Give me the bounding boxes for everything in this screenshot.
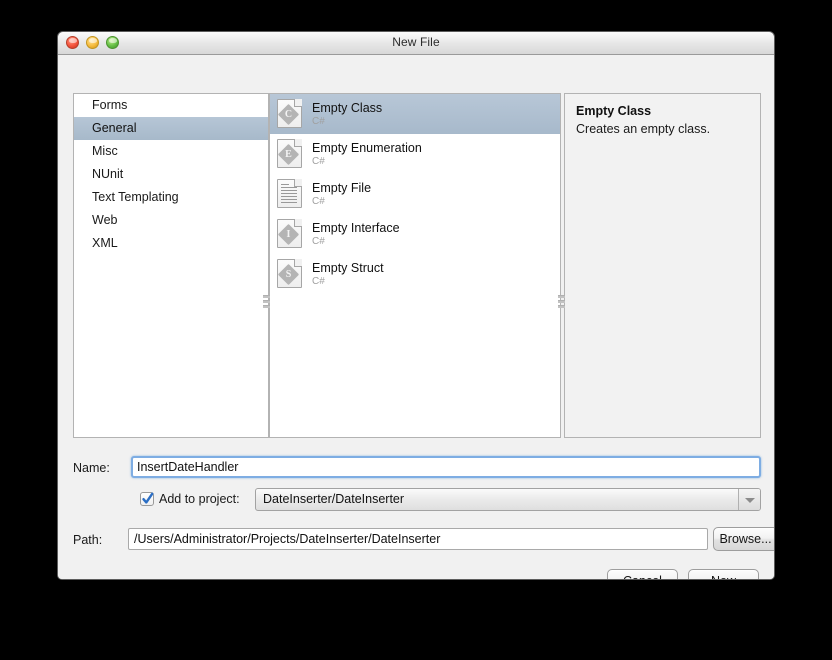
template-name: Empty Enumeration — [312, 141, 422, 156]
path-label: Path: — [73, 533, 102, 547]
name-input[interactable]: InsertDateHandler — [131, 456, 761, 478]
template-language: C# — [312, 156, 422, 168]
template-language: C# — [312, 236, 400, 248]
template-item-empty-file[interactable]: Empty File C# — [270, 174, 560, 214]
project-select-button[interactable] — [738, 489, 760, 510]
template-labels: Empty File C# — [312, 181, 371, 208]
dialog-content: Forms General Misc NUnit Text Templating… — [58, 55, 774, 580]
chevron-down-icon — [745, 498, 755, 503]
project-select[interactable]: DateInserter/DateInserter — [255, 488, 761, 511]
category-item-xml[interactable]: XML — [74, 232, 268, 255]
interface-glyph-letter: I — [281, 227, 296, 242]
csharp-struct-file-icon: S — [277, 259, 303, 289]
add-to-project-row: Add to project: DateInserter/DateInserte… — [73, 488, 761, 512]
template-list[interactable]: C Empty Class C# E Empty Enumeration C# — [269, 93, 561, 438]
description-title: Empty Class — [576, 104, 749, 118]
category-item-misc[interactable]: Misc — [74, 140, 268, 163]
category-item-text-templating[interactable]: Text Templating — [74, 186, 268, 209]
new-button[interactable]: New — [688, 569, 759, 580]
name-label: Name: — [73, 461, 110, 475]
template-name: Empty Interface — [312, 221, 400, 236]
category-item-web[interactable]: Web — [74, 209, 268, 232]
class-glyph-letter: C — [281, 107, 296, 122]
window-titlebar[interactable]: New File — [58, 32, 774, 55]
category-item-forms[interactable]: Forms — [74, 94, 268, 117]
template-labels: Empty Enumeration C# — [312, 141, 422, 168]
category-item-nunit[interactable]: NUnit — [74, 163, 268, 186]
template-item-empty-interface[interactable]: I Empty Interface C# — [270, 214, 560, 254]
template-name: Empty Class — [312, 101, 382, 116]
template-language: C# — [312, 116, 382, 128]
splitter-handle-right[interactable] — [558, 295, 565, 308]
dialog-footer: Cancel New — [607, 569, 759, 580]
browse-button[interactable]: Browse... — [713, 527, 775, 551]
template-language: C# — [312, 276, 384, 288]
template-item-empty-struct[interactable]: S Empty Struct C# — [270, 254, 560, 294]
struct-glyph-letter: S — [281, 267, 296, 282]
csharp-interface-file-icon: I — [277, 219, 303, 249]
path-row: Path: /Users/Administrator/Projects/Date… — [73, 528, 761, 552]
window-title: New File — [58, 35, 774, 49]
add-to-project-label: Add to project: — [159, 492, 240, 506]
new-file-dialog-window: New File Forms General Misc NUnit Text T… — [57, 31, 775, 580]
description-text: Creates an empty class. — [576, 121, 749, 137]
project-select-value: DateInserter/DateInserter — [263, 492, 404, 506]
csharp-class-file-icon: C — [277, 99, 303, 129]
splitter-handle-left[interactable] — [263, 295, 270, 308]
template-item-empty-class[interactable]: C Empty Class C# — [270, 94, 560, 134]
template-language: C# — [312, 196, 371, 208]
template-labels: Empty Interface C# — [312, 221, 400, 248]
template-name: Empty Struct — [312, 261, 384, 276]
checkmark-icon — [141, 491, 155, 507]
template-description-panel: Empty Class Creates an empty class. — [564, 93, 761, 438]
cancel-button[interactable]: Cancel — [607, 569, 678, 580]
text-file-icon — [277, 179, 303, 209]
template-labels: Empty Class C# — [312, 101, 382, 128]
template-item-empty-enumeration[interactable]: E Empty Enumeration C# — [270, 134, 560, 174]
category-list[interactable]: Forms General Misc NUnit Text Templating… — [73, 93, 269, 438]
template-name: Empty File — [312, 181, 371, 196]
csharp-enum-file-icon: E — [277, 139, 303, 169]
path-input[interactable]: /Users/Administrator/Projects/DateInsert… — [128, 528, 708, 550]
category-item-general[interactable]: General — [74, 117, 268, 140]
template-labels: Empty Struct C# — [312, 261, 384, 288]
enum-glyph-letter: E — [281, 147, 296, 162]
add-to-project-checkbox[interactable] — [140, 492, 154, 506]
